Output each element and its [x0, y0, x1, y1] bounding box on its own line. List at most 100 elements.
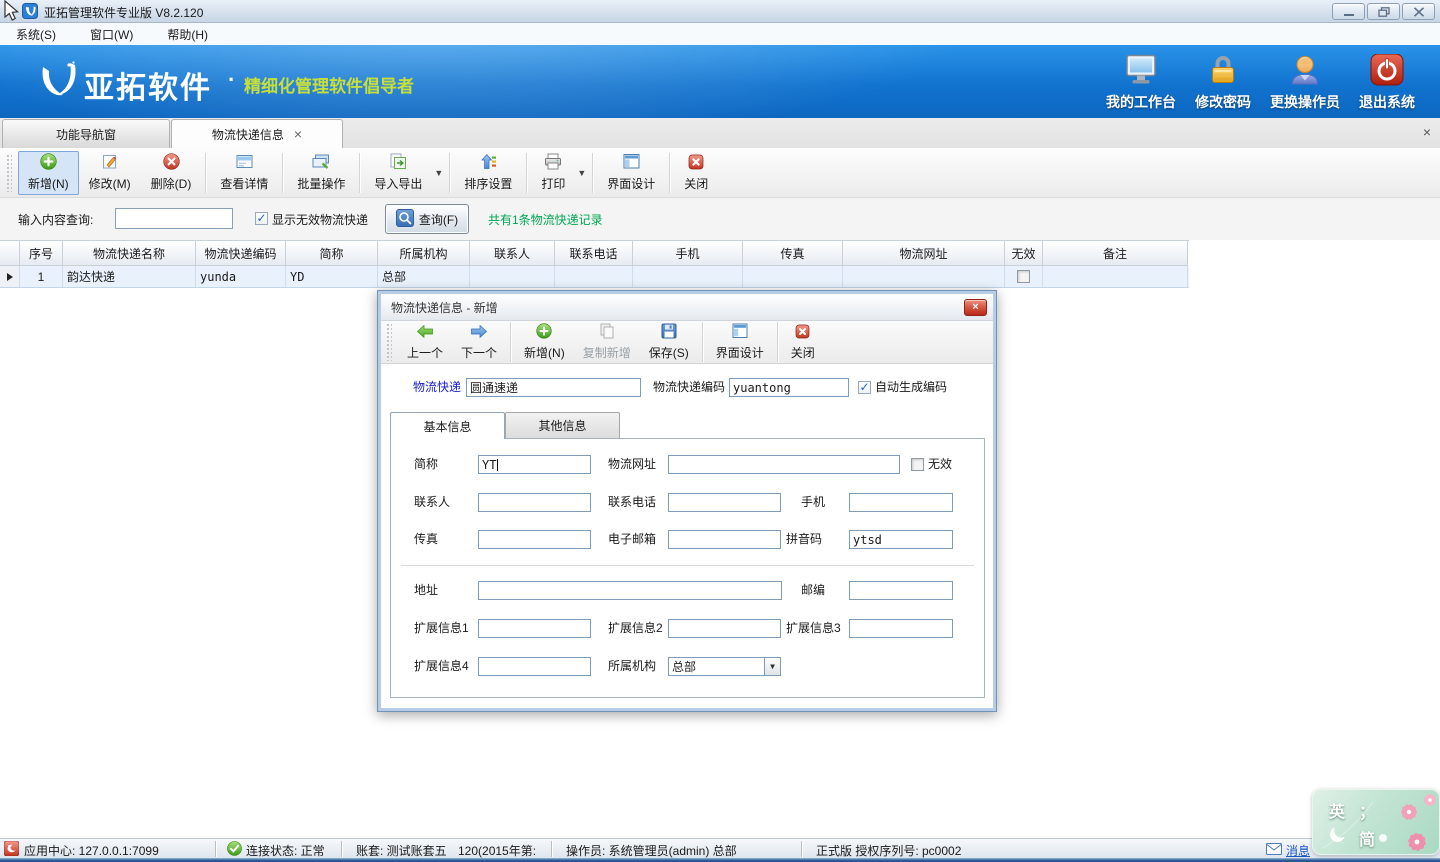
- tab-other-info[interactable]: 其他信息: [505, 412, 620, 438]
- col-contact[interactable]: 联系人: [470, 241, 555, 266]
- cell-name: 韵达快递: [63, 266, 196, 287]
- col-website[interactable]: 物流网址: [843, 241, 1005, 266]
- toolbar-separator: [510, 322, 511, 362]
- dialog-close-tab-button[interactable]: 关闭: [782, 322, 824, 362]
- message-link[interactable]: 消息: [1286, 842, 1310, 859]
- autocode-checkbox[interactable]: [858, 381, 871, 394]
- batch-operation-button[interactable]: 批量操作: [287, 151, 355, 195]
- fax-input[interactable]: [478, 530, 591, 549]
- ime-lang-indicator[interactable]: 英: [1329, 798, 1345, 822]
- contact-input[interactable]: [478, 493, 591, 512]
- row-indicator-header: [0, 241, 20, 266]
- ui-design-button[interactable]: 界面设计: [597, 151, 665, 195]
- app-center-icon: [4, 841, 19, 859]
- status-divider: [215, 841, 216, 857]
- menubar: 系统(S) 窗口(W) 帮助(H): [0, 23, 1440, 45]
- close-tab-button[interactable]: 关闭: [674, 151, 718, 195]
- show-invalid-label[interactable]: 显示无效物流快递: [272, 211, 368, 228]
- invalid-checkbox[interactable]: [1017, 270, 1030, 283]
- search-row: 输入内容查询: 显示无效物流快递 查询(F) 共有1条物流快递记录: [0, 198, 1440, 240]
- import-export-button[interactable]: 导入导出: [364, 151, 432, 195]
- menu-window[interactable]: 窗口(W): [86, 24, 137, 45]
- minimize-button[interactable]: [1332, 3, 1365, 20]
- print-dropdown-icon[interactable]: ▼: [577, 168, 586, 178]
- tabstrip-close-icon[interactable]: ×: [1423, 125, 1431, 139]
- express-code-input[interactable]: yuantong: [729, 378, 849, 397]
- menu-system[interactable]: 系统(S): [12, 24, 60, 45]
- col-remark[interactable]: 备注: [1043, 241, 1188, 266]
- close-button[interactable]: [1402, 3, 1435, 20]
- search-icon: [396, 209, 414, 230]
- import-export-dropdown-icon[interactable]: ▼: [434, 168, 443, 178]
- cell-phone: [555, 266, 633, 287]
- form-divider: [401, 565, 974, 566]
- close-icon: [688, 154, 704, 173]
- col-name[interactable]: 物流快递名称: [63, 241, 196, 266]
- invalid-checkbox[interactable]: [911, 458, 924, 471]
- next-record-button[interactable]: 下一个: [452, 322, 506, 362]
- restore-button[interactable]: [1367, 3, 1400, 20]
- search-input[interactable]: [115, 208, 233, 229]
- switch-operator-button[interactable]: 更换操作员: [1264, 54, 1346, 112]
- website-input[interactable]: [668, 455, 900, 474]
- org-dropdown[interactable]: 总部 ▼: [668, 657, 781, 676]
- col-fax[interactable]: 传真: [743, 241, 843, 266]
- pinyin-input[interactable]: ytsd: [849, 530, 953, 549]
- window-titlebar: 亚拓管理软件专业版 V8.2.120: [0, 0, 1440, 23]
- col-org[interactable]: 所属机构: [378, 241, 470, 266]
- ime-simplified-indicator[interactable]: 简: [1359, 826, 1375, 850]
- view-detail-button[interactable]: 查看详情: [210, 151, 278, 195]
- menu-help[interactable]: 帮助(H): [163, 24, 212, 45]
- autocode-label[interactable]: 自动生成编码: [875, 378, 947, 397]
- abbr-input[interactable]: YT: [478, 455, 591, 474]
- dialog-ui-design-button[interactable]: 界面设计: [707, 322, 773, 362]
- chevron-down-icon[interactable]: ▼: [764, 658, 780, 675]
- tab-function-navigator[interactable]: 功能导航窗: [2, 119, 170, 148]
- col-mobile[interactable]: 手机: [633, 241, 743, 266]
- toolbar-separator: [205, 153, 206, 193]
- col-abbr[interactable]: 简称: [286, 241, 378, 266]
- exit-system-button[interactable]: 退出系统: [1346, 54, 1428, 112]
- print-button[interactable]: 打印: [531, 151, 575, 195]
- modify-button[interactable]: 修改(M): [79, 151, 141, 195]
- previous-record-button[interactable]: 上一个: [398, 322, 452, 362]
- invalid-label[interactable]: 无效: [928, 455, 952, 474]
- express-name-input[interactable]: 圆通速递: [466, 378, 641, 397]
- search-label: 输入内容查询:: [18, 211, 93, 228]
- ext1-input[interactable]: [478, 619, 591, 638]
- address-input[interactable]: [478, 581, 782, 600]
- connection-ok-icon: [227, 841, 242, 859]
- delete-button[interactable]: 删除(D): [141, 151, 202, 195]
- account-text: 账套: 测试账套五: [356, 842, 447, 859]
- email-input[interactable]: [668, 530, 781, 549]
- ime-status-panel[interactable]: 英 ； 简: [1312, 789, 1440, 855]
- ext4-input[interactable]: [478, 657, 591, 676]
- change-password-button[interactable]: 修改密码: [1182, 54, 1264, 112]
- copy-new-icon: [599, 323, 615, 342]
- ext2-input[interactable]: [668, 619, 781, 638]
- tab-close-icon[interactable]: ×: [294, 127, 302, 141]
- col-seq[interactable]: 序号: [20, 241, 63, 266]
- logistics-new-dialog: 物流快递信息 - 新增 × 上一个 下一个 新增(N): [377, 290, 997, 712]
- dialog-add-button[interactable]: 新增(N): [515, 322, 574, 362]
- col-invalid[interactable]: 无效: [1005, 241, 1043, 266]
- col-phone[interactable]: 联系电话: [555, 241, 633, 266]
- save-button[interactable]: 保存(S): [640, 322, 698, 362]
- add-button[interactable]: 新增(N): [18, 151, 79, 195]
- table-row[interactable]: 1 韵达快递 yunda YD 总部: [0, 266, 1189, 288]
- query-button[interactable]: 查询(F): [385, 204, 469, 234]
- zip-input[interactable]: [849, 581, 953, 600]
- my-workbench-button[interactable]: 我的工作台: [1100, 54, 1182, 112]
- sort-icon: [480, 153, 497, 173]
- dialog-close-button[interactable]: ×: [964, 299, 987, 316]
- phone-input[interactable]: [668, 493, 781, 512]
- ime-punctuation-indicator[interactable]: ；: [1359, 798, 1375, 822]
- close-icon: [1413, 7, 1425, 17]
- mobile-input[interactable]: [849, 493, 953, 512]
- tab-logistics-express-info[interactable]: 物流快递信息 ×: [171, 119, 343, 148]
- tab-basic-info[interactable]: 基本信息: [390, 412, 505, 439]
- show-invalid-checkbox[interactable]: [255, 212, 268, 225]
- col-code[interactable]: 物流快递编码: [196, 241, 286, 266]
- sort-settings-button[interactable]: 排序设置: [454, 151, 522, 195]
- ext3-input[interactable]: [849, 619, 953, 638]
